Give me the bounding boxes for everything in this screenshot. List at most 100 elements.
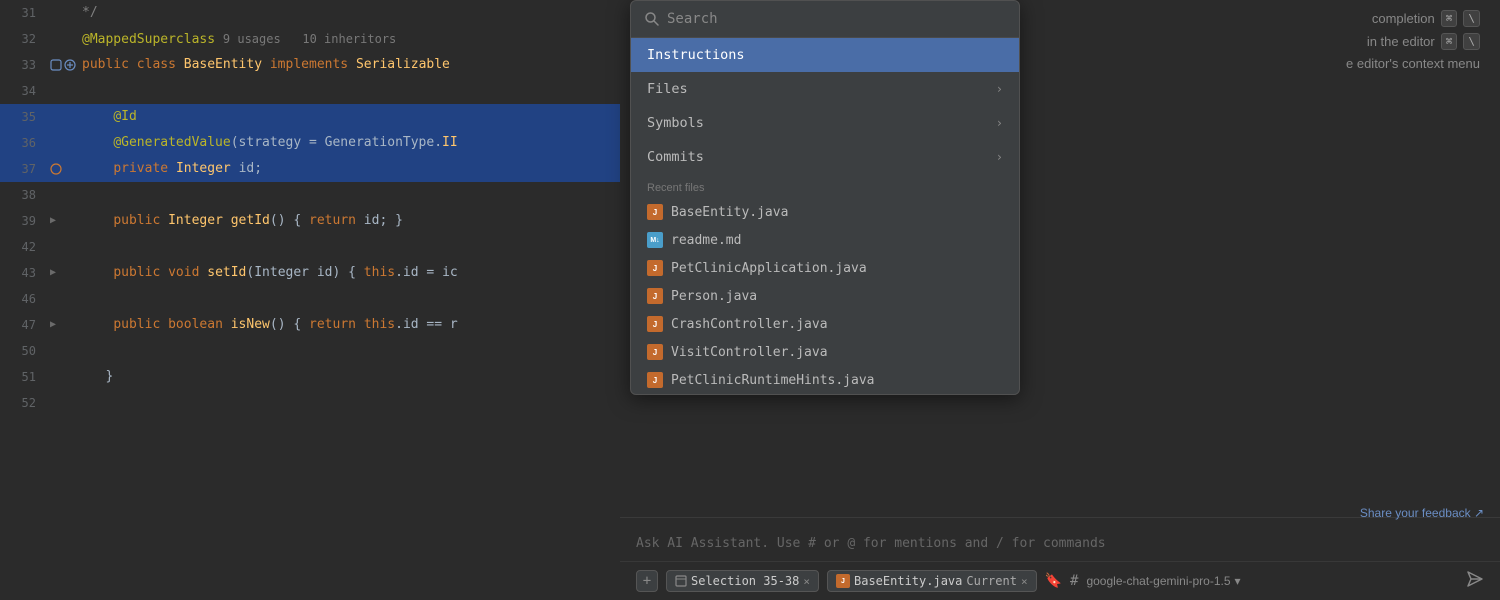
line-icons-37 xyxy=(50,163,78,175)
line-icons-43: ▶ xyxy=(50,260,78,286)
hash-icon: # xyxy=(1070,573,1078,589)
recent-file-person[interactable]: J Person.java xyxy=(631,282,1019,310)
model-dropdown-icon: ▾ xyxy=(1235,574,1241,588)
menu-item-files[interactable]: Files › xyxy=(631,72,1019,106)
commits-chevron-icon: › xyxy=(996,150,1003,164)
menu-item-instructions[interactable]: Instructions xyxy=(631,38,1019,72)
line-number-50: 50 xyxy=(0,338,50,364)
file-tag-label: BaseEntity.java xyxy=(854,574,962,588)
bookmark-icon: 🔖 xyxy=(1045,573,1062,589)
files-chevron-icon: › xyxy=(996,82,1003,96)
chat-tags-row: + Selection 35-38 × J BaseEntity.java Cu… xyxy=(620,561,1500,600)
code-line-33: 33public class BaseEntity implements Ser… xyxy=(0,52,620,78)
recent-file-label-1: readme.md xyxy=(671,233,741,248)
line-content-51: } xyxy=(78,364,620,390)
completion-label: completion xyxy=(1372,11,1435,26)
code-line-43: 43▶ public void setId(Integer id) { this… xyxy=(0,260,620,286)
line-number-47: 47 xyxy=(0,312,50,338)
menu-item-commits[interactable]: Commits › xyxy=(631,140,1019,174)
selection-tag-close[interactable]: × xyxy=(803,575,810,588)
line-number-37: 37 xyxy=(0,156,50,182)
java-file-icon-2: J xyxy=(647,260,663,276)
recent-file-label-3: Person.java xyxy=(671,289,757,304)
send-button[interactable] xyxy=(1466,570,1484,592)
selection-tag-label: Selection 35-38 xyxy=(691,574,799,588)
code-line-42: 42 xyxy=(0,234,620,260)
files-label: Files xyxy=(647,81,688,97)
line-number-31: 31 xyxy=(0,0,50,26)
code-line-52: 52 xyxy=(0,390,620,416)
line-content-32: @MappedSuperclass 9 usages 10 inheritors xyxy=(78,26,620,53)
line-number-42: 42 xyxy=(0,234,50,260)
line-number-32: 32 xyxy=(0,26,50,52)
recent-file-readme[interactable]: M↓ readme.md xyxy=(631,226,1019,254)
selection-tag[interactable]: Selection 35-38 × xyxy=(666,570,819,592)
recent-files-header: Recent files xyxy=(631,174,1019,198)
line-icons-39: ▶ xyxy=(50,208,78,234)
code-line-51: 51 } xyxy=(0,364,620,390)
code-editor: 31 */32@MappedSuperclass 9 usages 10 inh… xyxy=(0,0,620,600)
context-hints: completion ⌘ \ in the editor ⌘ \ e edito… xyxy=(1240,0,1480,87)
chat-placeholder-text: Ask AI Assistant. Use # or @ for mention… xyxy=(636,536,1106,551)
model-selector[interactable]: google-chat-gemini-pro-1.5 ▾ xyxy=(1086,574,1240,588)
recent-file-visit[interactable]: J VisitController.java xyxy=(631,338,1019,366)
commits-label: Commits xyxy=(647,149,704,165)
kbd-backslash: \ xyxy=(1463,10,1480,27)
java-file-icon-3: J xyxy=(647,288,663,304)
md-file-icon-1: M↓ xyxy=(647,232,663,248)
code-line-46: 46 xyxy=(0,286,620,312)
line-content-33: public class BaseEntity implements Seria… xyxy=(78,52,620,78)
line-content-37: private Integer id; xyxy=(78,156,620,182)
search-bar[interactable]: Search xyxy=(631,1,1019,38)
search-icon xyxy=(645,12,659,26)
recent-file-petclinic[interactable]: J PetClinicApplication.java xyxy=(631,254,1019,282)
file-tag-close[interactable]: × xyxy=(1021,575,1028,588)
menu-item-symbols[interactable]: Symbols › xyxy=(631,106,1019,140)
code-line-50: 50 xyxy=(0,338,620,364)
chat-input-area[interactable]: Ask AI Assistant. Use # or @ for mention… xyxy=(620,518,1500,561)
file-tag[interactable]: J BaseEntity.java Current × xyxy=(827,570,1037,592)
code-line-47: 47▶ public boolean isNew() { return this… xyxy=(0,312,620,338)
line-content-47: public boolean isNew() { return this.id … xyxy=(78,312,620,338)
line-icons-47: ▶ xyxy=(50,312,78,338)
java-file-icon-6: J xyxy=(647,372,663,388)
file-tag-icon: J xyxy=(836,574,850,588)
recent-file-hints[interactable]: J PetClinicRuntimeHints.java xyxy=(631,366,1019,394)
line-number-39: 39 xyxy=(0,208,50,234)
recent-file-label-4: CrashController.java xyxy=(671,317,828,332)
instructions-label: Instructions xyxy=(647,47,745,63)
line-number-51: 51 xyxy=(0,364,50,390)
code-lines: 31 */32@MappedSuperclass 9 usages 10 inh… xyxy=(0,0,620,416)
line-content-31: */ xyxy=(78,0,620,26)
feedback-link[interactable]: Share your feedback ↗ xyxy=(1360,506,1484,520)
line-icons-33 xyxy=(50,59,78,71)
line-number-52: 52 xyxy=(0,390,50,416)
symbols-label: Symbols xyxy=(647,115,704,131)
line-content-36: @GeneratedValue(strategy = GenerationTyp… xyxy=(78,130,620,156)
kbd-backslash2: \ xyxy=(1463,33,1480,50)
model-name-label: google-chat-gemini-pro-1.5 xyxy=(1086,574,1230,588)
search-input-text: Search xyxy=(667,11,718,27)
add-context-button[interactable]: + xyxy=(636,570,658,592)
recent-file-label-0: BaseEntity.java xyxy=(671,205,788,220)
line-number-34: 34 xyxy=(0,78,50,104)
line-number-35: 35 xyxy=(0,104,50,130)
recent-file-base-entity[interactable]: J BaseEntity.java xyxy=(631,198,1019,226)
code-line-36: 36 @GeneratedValue(strategy = Generation… xyxy=(0,130,620,156)
recent-file-label-2: PetClinicApplication.java xyxy=(671,261,867,276)
java-file-icon-0: J xyxy=(647,204,663,220)
line-number-43: 43 xyxy=(0,260,50,286)
symbols-chevron-icon: › xyxy=(996,116,1003,130)
code-line-31: 31 */ xyxy=(0,0,620,26)
code-line-34: 34 xyxy=(0,78,620,104)
code-line-35: 35 @Id xyxy=(0,104,620,130)
line-content-39: public Integer getId() { return id; } xyxy=(78,208,620,234)
recent-file-label-6: PetClinicRuntimeHints.java xyxy=(671,373,875,388)
recent-file-crash[interactable]: J CrashController.java xyxy=(631,310,1019,338)
code-line-37: 37 private Integer id; xyxy=(0,156,620,182)
dropdown-menu: Search Instructions Files › Symbols › Co… xyxy=(630,0,1020,395)
file-tag-suffix: Current xyxy=(966,574,1017,588)
line-number-38: 38 xyxy=(0,182,50,208)
java-file-icon-5: J xyxy=(647,344,663,360)
code-line-32: 32 @MappedSuperclass 9 usages 10 inherito… xyxy=(0,26,620,52)
